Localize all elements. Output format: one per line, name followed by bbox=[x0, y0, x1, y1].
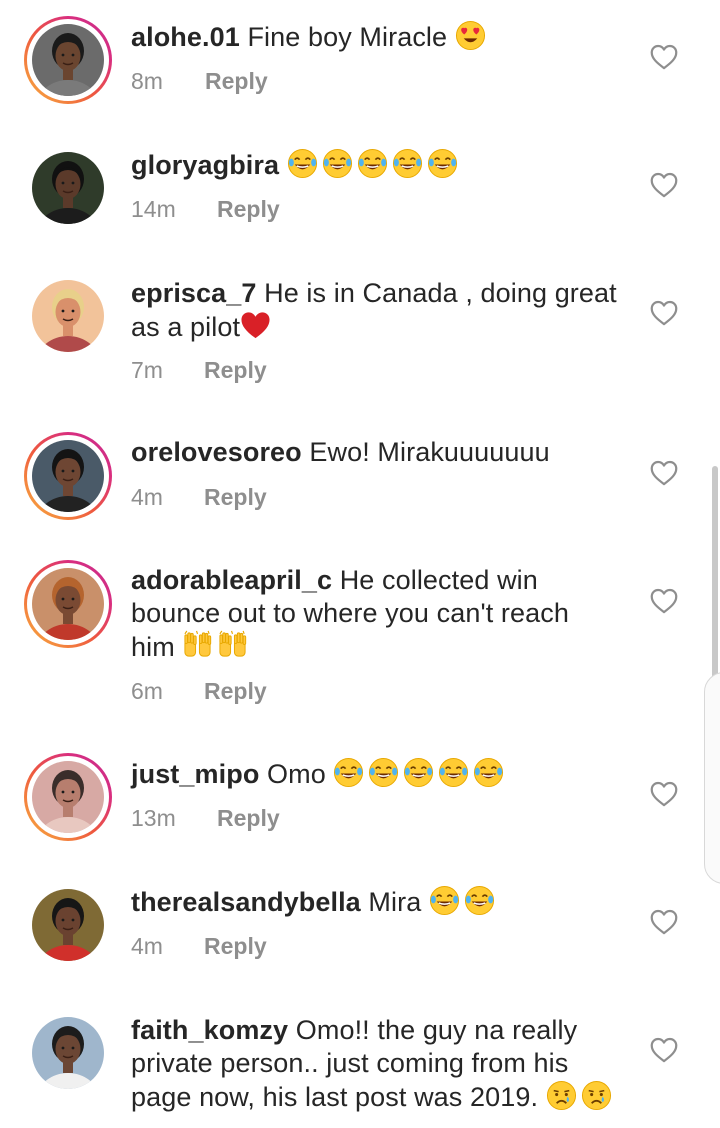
avatar bbox=[32, 440, 104, 512]
comment-text: alohe.01 Fine boy Miracle bbox=[131, 20, 631, 54]
joy-emoji-icon bbox=[392, 148, 422, 179]
crying-face-emoji-icon bbox=[546, 1080, 576, 1111]
comment-meta: 7m Reply bbox=[131, 356, 267, 384]
comment-username[interactable]: just_mipo bbox=[131, 759, 259, 789]
comment-username[interactable]: alohe.01 bbox=[131, 22, 240, 52]
comment-body: Omo bbox=[267, 759, 326, 789]
avatar bbox=[32, 24, 104, 96]
like-heart-icon[interactable] bbox=[650, 44, 678, 70]
comment-meta: 4m Reply bbox=[131, 932, 267, 960]
reply-button[interactable]: Reply bbox=[204, 483, 267, 511]
avatar bbox=[32, 889, 104, 961]
comment-username[interactable]: faith_komzy bbox=[131, 1015, 288, 1045]
comment-username[interactable]: eprisca_7 bbox=[131, 278, 257, 308]
joy-emoji-icon bbox=[429, 885, 459, 916]
comment-timestamp: 4m bbox=[131, 484, 163, 510]
comment-username[interactable]: orelovesoreo bbox=[131, 437, 302, 467]
joy-emoji-icon bbox=[404, 757, 434, 788]
comment-text: orelovesoreo Ewo! Mirakuuuuuuu bbox=[131, 436, 631, 469]
joy-emoji-icon bbox=[474, 757, 504, 788]
like-heart-icon[interactable] bbox=[650, 1037, 678, 1063]
comment-emojis bbox=[182, 630, 252, 662]
joy-emoji-icon bbox=[427, 148, 457, 179]
joy-emoji-icon bbox=[439, 757, 469, 788]
comment-text: therealsandybella Mira bbox=[131, 885, 631, 919]
like-heart-icon[interactable] bbox=[650, 909, 678, 935]
joy-emoji-icon bbox=[334, 757, 364, 788]
comment-username[interactable]: adorableapril_c bbox=[131, 565, 332, 595]
comment-timestamp: 14m bbox=[131, 196, 176, 222]
heart-eyes-emoji-icon bbox=[455, 20, 485, 51]
avatar-story-ring[interactable] bbox=[24, 16, 112, 104]
comment-text: adorableapril_c He collected win bounce … bbox=[131, 564, 601, 664]
like-heart-icon[interactable] bbox=[650, 460, 678, 486]
comments-list: alohe.01 Fine boy Miracle 8m Reply glory… bbox=[0, 0, 720, 1128]
like-heart-icon[interactable] bbox=[650, 300, 678, 326]
comment-meta: 4m Reply bbox=[131, 483, 267, 511]
comment-emojis bbox=[287, 148, 462, 180]
avatar-ring[interactable] bbox=[24, 1009, 112, 1097]
comment-timestamp: 4m bbox=[131, 933, 163, 959]
reply-button[interactable]: Reply bbox=[205, 67, 268, 95]
reply-button[interactable]: Reply bbox=[217, 804, 280, 832]
comment-timestamp: 7m bbox=[131, 357, 163, 383]
avatar-story-ring[interactable] bbox=[24, 560, 112, 648]
comment-body: Ewo! Mirakuuuuuuu bbox=[309, 437, 550, 467]
comment-body: Mira bbox=[368, 887, 422, 917]
like-heart-icon[interactable] bbox=[650, 588, 678, 614]
avatar-ring[interactable] bbox=[24, 144, 112, 232]
reply-button[interactable]: Reply bbox=[204, 356, 267, 384]
crying-face-emoji-icon bbox=[581, 1080, 611, 1111]
red-heart-emoji-icon bbox=[241, 312, 270, 339]
avatar bbox=[32, 280, 104, 352]
comment-emojis bbox=[240, 312, 275, 342]
comment-text: eprisca_7 He is in Canada , doing great … bbox=[131, 277, 621, 344]
avatar-ring[interactable] bbox=[24, 881, 112, 969]
comment-meta: 14m Reply bbox=[131, 195, 280, 223]
comment-meta: 13m Reply bbox=[131, 804, 280, 832]
comment-username[interactable]: gloryagbira bbox=[131, 150, 279, 180]
avatar-story-ring[interactable] bbox=[24, 753, 112, 841]
joy-emoji-icon bbox=[322, 148, 352, 179]
avatar-ring[interactable] bbox=[24, 272, 112, 360]
raising-hands-emoji-icon bbox=[184, 630, 212, 657]
avatar-story-ring[interactable] bbox=[24, 432, 112, 520]
comment-text: just_mipo Omo bbox=[131, 757, 631, 791]
avatar bbox=[32, 761, 104, 833]
comment-username[interactable]: therealsandybella bbox=[131, 887, 361, 917]
reply-button[interactable]: Reply bbox=[217, 195, 280, 223]
like-heart-icon[interactable] bbox=[650, 172, 678, 198]
comment-body: Fine boy Miracle bbox=[247, 22, 448, 52]
comment-meta: 6m Reply bbox=[131, 677, 267, 705]
avatar bbox=[32, 568, 104, 640]
avatar bbox=[32, 1017, 104, 1089]
comment-timestamp: 13m bbox=[131, 805, 176, 831]
joy-emoji-icon bbox=[369, 757, 399, 788]
comment-text: faith_komzy Omo!! the guy na really priv… bbox=[131, 1014, 631, 1114]
raising-hands-emoji-icon bbox=[219, 630, 247, 657]
edge-panel-handle[interactable] bbox=[704, 672, 720, 884]
comment-emojis bbox=[333, 757, 508, 789]
comment-text: gloryagbira bbox=[131, 148, 631, 182]
comment-emojis bbox=[429, 885, 499, 917]
joy-emoji-icon bbox=[287, 148, 317, 179]
comment-emojis bbox=[546, 1080, 616, 1112]
comment-timestamp: 6m bbox=[131, 678, 163, 704]
like-heart-icon[interactable] bbox=[650, 781, 678, 807]
reply-button[interactable]: Reply bbox=[204, 677, 267, 705]
avatar bbox=[32, 152, 104, 224]
joy-emoji-icon bbox=[464, 885, 494, 916]
comment-timestamp: 8m bbox=[131, 68, 163, 94]
joy-emoji-icon bbox=[357, 148, 387, 179]
comment-emojis bbox=[455, 20, 490, 52]
comment-meta: 8m Reply bbox=[131, 67, 268, 95]
reply-button[interactable]: Reply bbox=[204, 932, 267, 960]
